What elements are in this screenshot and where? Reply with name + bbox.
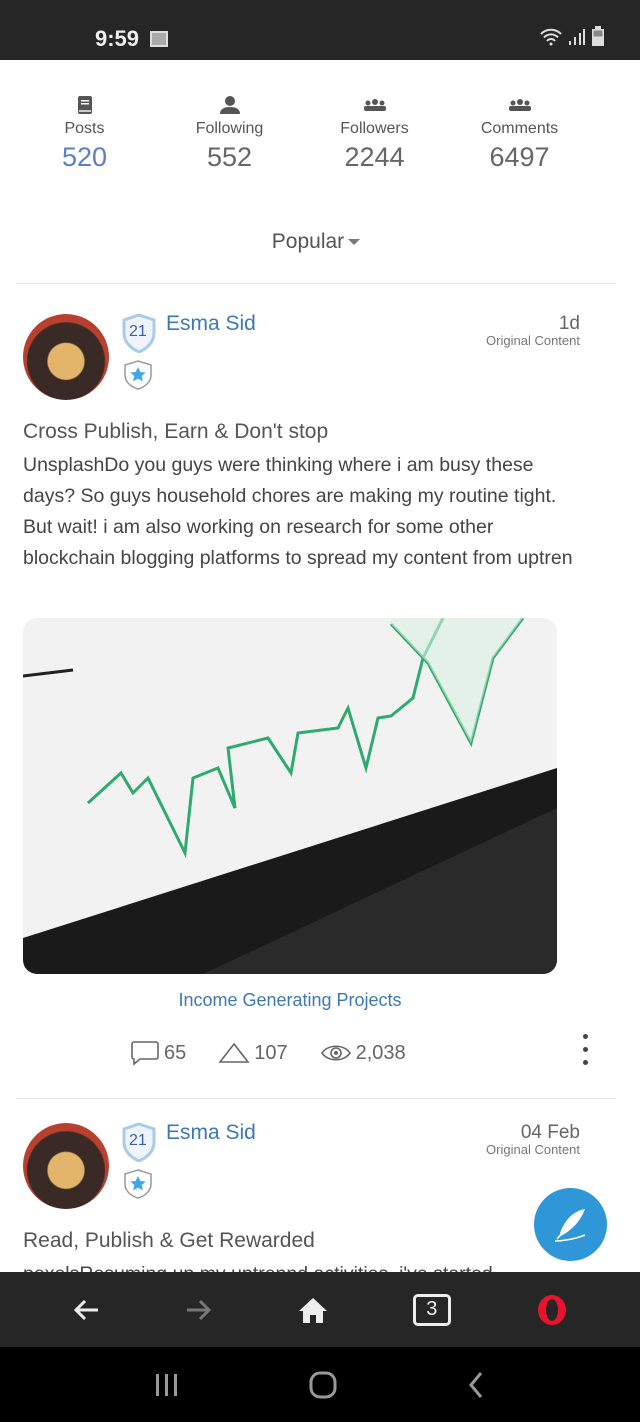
- stat-label: Followers: [340, 120, 409, 137]
- level-number: 21: [129, 323, 147, 340]
- post-meta: 04 Feb Original Content: [486, 1122, 580, 1157]
- stat-comments[interactable]: Comments 6497: [447, 94, 592, 173]
- stat-value: 552: [206, 142, 253, 172]
- author-name[interactable]: Esma Sid: [166, 1121, 256, 1145]
- tabs-button[interactable]: 3: [412, 1293, 451, 1326]
- upvote-count: 107: [254, 1041, 288, 1064]
- signal-icon: [569, 29, 585, 45]
- stat-posts[interactable]: Posts 520: [12, 94, 157, 173]
- recent-apps-icon[interactable]: [154, 1372, 180, 1398]
- post-meta: 1d Original Content: [486, 313, 580, 348]
- feather-quill-icon: [554, 1208, 585, 1242]
- opera-logo-icon[interactable]: [536, 1293, 568, 1327]
- post-title[interactable]: Read, Publish & Get Rewarded: [23, 1229, 315, 1253]
- post-excerpt[interactable]: pexelsResuming up my uptrennd activities…: [23, 1259, 583, 1272]
- view-count: 2,038: [355, 1041, 406, 1064]
- stat-following[interactable]: Following 552: [157, 94, 302, 173]
- stat-followers[interactable]: Followers 2244: [302, 94, 447, 173]
- system-back-icon[interactable]: [466, 1370, 486, 1400]
- tabs-count: 3: [426, 1298, 438, 1320]
- profile-stats: Posts 520 Following 552 Followers 2244 C…: [12, 94, 592, 173]
- system-navigation-bar: [0, 1347, 640, 1422]
- stat-value: 2244: [344, 142, 405, 172]
- eye-icon: [320, 1045, 351, 1061]
- author-name[interactable]: Esma Sid: [166, 312, 256, 336]
- gallery-notification-icon: [150, 31, 168, 47]
- stat-value: 520: [61, 142, 108, 172]
- post-category[interactable]: Income Generating Projects: [0, 990, 580, 1011]
- group-icon: [363, 99, 386, 111]
- stat-label: Posts: [64, 120, 105, 137]
- avatar[interactable]: [23, 314, 109, 400]
- book-icon: [77, 96, 92, 114]
- post-image[interactable]: [23, 618, 557, 974]
- star-shield-icon: [124, 1169, 152, 1199]
- post-time: 1d: [558, 313, 580, 334]
- post-tag: Original Content: [486, 333, 580, 348]
- more-options-button[interactable]: [580, 1034, 590, 1070]
- views: 2,038: [320, 1042, 406, 1065]
- home-circle-icon[interactable]: [308, 1370, 338, 1400]
- divider: [16, 283, 616, 284]
- battery-icon: [592, 26, 604, 46]
- sort-dropdown[interactable]: Popular: [0, 230, 632, 254]
- group-icon: [508, 99, 531, 111]
- divider: [16, 1098, 616, 1099]
- clock: 9:59: [95, 26, 140, 51]
- post-excerpt[interactable]: UnsplashDo you guys were thinking where …: [23, 450, 583, 574]
- browser-bottom-bar: 3: [0, 1272, 640, 1347]
- star-shield-icon: [124, 360, 152, 390]
- stock-chart-photo: [23, 618, 557, 974]
- forward-arrow-icon[interactable]: [185, 1298, 213, 1322]
- upvote-triangle-icon: [218, 1042, 250, 1063]
- back-arrow-icon[interactable]: [72, 1298, 100, 1322]
- caret-down-icon: [348, 239, 361, 246]
- post-title[interactable]: Cross Publish, Earn & Don't stop: [23, 420, 328, 444]
- stat-value: 6497: [489, 142, 550, 172]
- stat-label: Comments: [480, 120, 559, 137]
- user-icon: [219, 96, 240, 114]
- post-time: 04 Feb: [520, 1122, 580, 1143]
- post-tag: Original Content: [486, 1142, 580, 1157]
- stat-label: Following: [195, 120, 264, 137]
- post-actions: 65 107 2,038: [130, 1040, 438, 1066]
- upvote-button[interactable]: 107: [218, 1041, 288, 1065]
- comment-count: 65: [164, 1041, 187, 1064]
- home-icon[interactable]: [298, 1296, 328, 1324]
- wifi-icon: [540, 28, 562, 46]
- comment-icon: [131, 1041, 159, 1066]
- compose-button[interactable]: [534, 1188, 607, 1261]
- status-bar: 9:59: [0, 0, 640, 60]
- comments-button[interactable]: 65: [130, 1040, 186, 1066]
- sort-selected: Popular: [271, 230, 345, 253]
- avatar[interactable]: [23, 1123, 109, 1209]
- level-number: 21: [129, 1132, 147, 1149]
